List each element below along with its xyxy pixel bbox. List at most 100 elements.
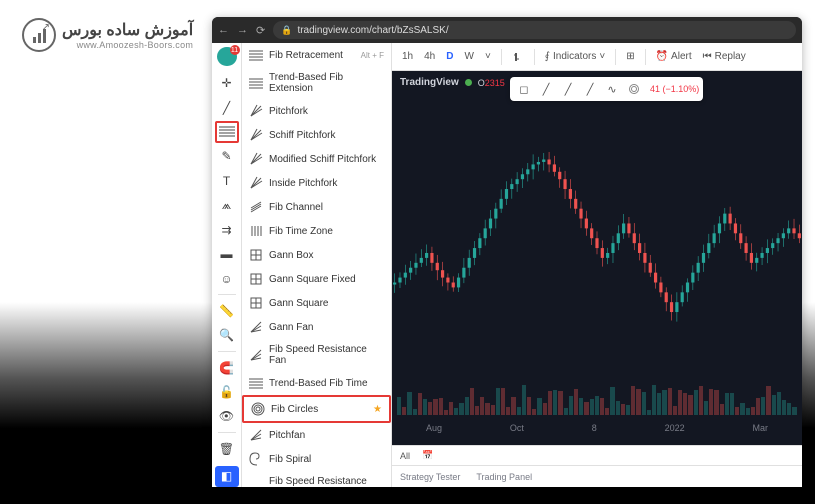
fan-icon bbox=[249, 320, 263, 334]
watermark-title: آموزش ساده بورس bbox=[62, 20, 193, 40]
tool-label: Fib Speed Resistance Arcs bbox=[269, 476, 384, 487]
tool-item-fib-speed-resistance-arcs[interactable]: Fib Speed Resistance Arcs bbox=[242, 471, 391, 487]
tool-item-pitchfan[interactable]: Pitchfan bbox=[242, 423, 391, 447]
grid-icon bbox=[249, 248, 263, 262]
tool-label: Fib Speed Resistance Fan bbox=[269, 344, 384, 366]
address-bar: ← → ⟳ 🔒 tradingview.com/chart/bZsSALSK/ bbox=[212, 17, 802, 43]
text-icon[interactable]: T bbox=[215, 170, 239, 191]
fib-tool-icon[interactable] bbox=[215, 121, 239, 143]
forward-icon[interactable]: → bbox=[237, 24, 248, 36]
wave-icon[interactable]: ∿ bbox=[602, 79, 622, 99]
tf-w[interactable]: W bbox=[460, 49, 477, 64]
tool-item-fib-circles[interactable]: Fib Circles★ bbox=[242, 395, 391, 423]
tool-item-trend-based-fib-extension[interactable]: Trend-Based Fib Extension bbox=[242, 67, 391, 99]
fib-icon bbox=[249, 376, 263, 390]
change-pct: (−1.10%) bbox=[663, 84, 700, 94]
tool-label: Gann Square Fixed bbox=[269, 274, 356, 285]
x-tick: Oct bbox=[510, 423, 524, 433]
chart-toolbar: 1h 4h D W ˅ ⨐ Indicators ˅ ⊞ bbox=[392, 43, 802, 71]
chart-style-icon[interactable] bbox=[508, 49, 528, 65]
tool-item-gann-square-fixed[interactable]: Gann Square Fixed bbox=[242, 267, 391, 291]
tool-item-modified-schiff-pitchfork[interactable]: Modified Schiff Pitchfork bbox=[242, 147, 391, 171]
brush-icon[interactable]: ✎ bbox=[215, 146, 239, 167]
tool-item-fib-spiral[interactable]: Fib Spiral bbox=[242, 447, 391, 471]
icon-rail: 11 ✛ ╱ ✎ T ⩕ ⇉ ▬ ☺ 📏 🔍 🧲 🔓 👁 🗑 ◧ bbox=[212, 43, 242, 487]
tool-label: Schiff Pitchfork bbox=[269, 130, 336, 141]
tool-label: Gann Fan bbox=[269, 322, 313, 333]
tool-item-fib-channel[interactable]: Fib Channel bbox=[242, 195, 391, 219]
fork-icon bbox=[249, 176, 263, 190]
trash-icon[interactable]: 🗑 bbox=[215, 438, 239, 459]
tool-item-inside-pitchfork[interactable]: Inside Pitchfork bbox=[242, 171, 391, 195]
tool-item-fib-retracement[interactable]: Fib RetracementAlt + F bbox=[242, 43, 391, 67]
ohlc-readout: O2315 bbox=[478, 78, 505, 88]
cross-icon[interactable]: ✛ bbox=[215, 72, 239, 93]
arcs-icon bbox=[249, 480, 263, 487]
bottom-toggle[interactable]: ◧ bbox=[215, 466, 239, 487]
lock-icon: 🔒 bbox=[281, 25, 292, 36]
tool-item-gann-square[interactable]: Gann Square bbox=[242, 291, 391, 315]
url-field[interactable]: 🔒 tradingview.com/chart/bZsSALSK/ bbox=[273, 21, 796, 39]
forecast-icon[interactable]: ⇉ bbox=[215, 219, 239, 240]
x-tick: 8 bbox=[592, 423, 597, 433]
eye-icon[interactable]: 👁 bbox=[215, 406, 239, 427]
tab-trading-panel[interactable]: Trading Panel bbox=[476, 472, 532, 482]
tool-item-schiff-pitchfork[interactable]: Schiff Pitchfork bbox=[242, 123, 391, 147]
tool-item-fib-time-zone[interactable]: Fib Time Zone bbox=[242, 219, 391, 243]
fan-icon bbox=[249, 428, 263, 442]
line1-icon[interactable]: ╱ bbox=[536, 79, 556, 99]
range-bar: All 📅 bbox=[392, 445, 802, 465]
tf-4h[interactable]: 4h bbox=[420, 49, 439, 64]
tool-label: Gann Box bbox=[269, 250, 313, 261]
calendar-icon[interactable]: 📅 bbox=[422, 450, 433, 461]
fan-icon bbox=[249, 348, 263, 362]
tool-item-trend-based-fib-time[interactable]: Trend-Based Fib Time bbox=[242, 371, 391, 395]
tool-item-gann-fan[interactable]: Gann Fan bbox=[242, 315, 391, 339]
profile-button[interactable]: 11 bbox=[217, 47, 237, 66]
zoom-icon[interactable]: 🔍 bbox=[215, 325, 239, 346]
watermark-url: www.Amoozesh-Boors.com bbox=[62, 40, 193, 50]
templates-icon[interactable]: ⊞ bbox=[622, 49, 638, 64]
tf-d[interactable]: D bbox=[442, 49, 457, 64]
tool-item-fib-speed-resistance-fan[interactable]: Fib Speed Resistance Fan bbox=[242, 339, 391, 371]
measure-icon[interactable]: ▬ bbox=[215, 243, 239, 264]
ruler-icon[interactable]: 📏 bbox=[215, 300, 239, 321]
back-icon[interactable]: ← bbox=[218, 24, 229, 36]
chart-canvas[interactable]: Aug Oct 8 2022 Mar bbox=[392, 99, 802, 445]
tool-label: Fib Spiral bbox=[269, 454, 311, 465]
star-icon[interactable]: ★ bbox=[373, 404, 382, 415]
lock-draw-icon[interactable]: 🔓 bbox=[215, 381, 239, 402]
range-all[interactable]: All bbox=[400, 451, 410, 461]
x-tick: Mar bbox=[753, 423, 769, 433]
brand-label: TradingView bbox=[400, 77, 459, 88]
reload-icon[interactable]: ⟳ bbox=[256, 24, 265, 37]
tf-1h[interactable]: 1h bbox=[398, 49, 417, 64]
fork-icon bbox=[249, 128, 263, 142]
trend-line-icon[interactable]: ╱ bbox=[215, 97, 239, 118]
line3-icon[interactable]: ╱ bbox=[580, 79, 600, 99]
floating-toolbar: ◻ ╱ ╱ ╱ ∿ 41 (−1.10%) bbox=[510, 77, 703, 101]
emoji-icon[interactable]: ☺ bbox=[215, 268, 239, 289]
replay-button[interactable]: ⏮ Replay bbox=[699, 49, 750, 64]
tf-dropdown-icon[interactable]: ˅ bbox=[481, 49, 495, 64]
spiral-icon bbox=[249, 452, 263, 466]
magnet-icon[interactable]: 🧲 bbox=[215, 357, 239, 378]
bottom-tabs: Strategy Tester Trading Panel bbox=[392, 465, 802, 487]
tool-label: Trend-Based Fib Time bbox=[269, 378, 368, 389]
tool-item-pitchfork[interactable]: Pitchfork bbox=[242, 99, 391, 123]
indicators-button[interactable]: ⨐ Indicators ˅ bbox=[541, 49, 609, 64]
crop-icon[interactable]: ◻ bbox=[514, 79, 534, 99]
circles-icon[interactable] bbox=[624, 79, 644, 99]
tool-item-gann-box[interactable]: Gann Box bbox=[242, 243, 391, 267]
fork-icon bbox=[249, 152, 263, 166]
x-tick: 2022 bbox=[665, 423, 685, 433]
tab-strategy-tester[interactable]: Strategy Tester bbox=[400, 472, 460, 482]
tool-label: Gann Square bbox=[269, 298, 329, 309]
tool-label: Pitchfork bbox=[269, 106, 308, 117]
pattern-icon[interactable]: ⩕ bbox=[215, 195, 239, 216]
tool-label: Inside Pitchfork bbox=[269, 178, 337, 189]
tool-label: Trend-Based Fib Extension bbox=[269, 72, 384, 94]
line2-icon[interactable]: ╱ bbox=[558, 79, 578, 99]
alert-button[interactable]: ⏰ Alert bbox=[652, 49, 696, 64]
change-abs: 41 bbox=[650, 84, 660, 94]
